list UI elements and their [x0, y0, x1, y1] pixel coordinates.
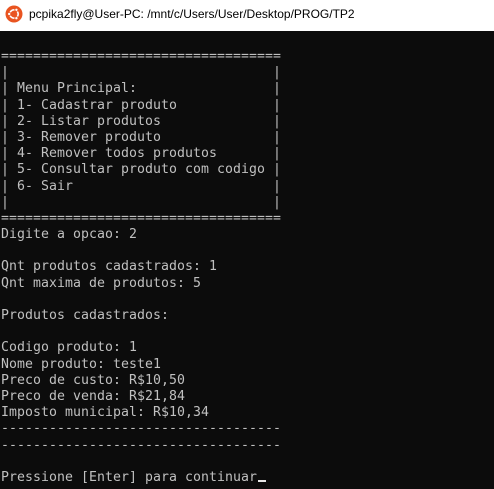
terminal-line: | | [1, 65, 281, 81]
terminal-line: | 5- Consultar produto com codigo | [1, 162, 281, 178]
terminal-line: | 6- Sair | [1, 178, 281, 194]
terminal-line: =================================== [1, 210, 281, 226]
terminal-line: | 3- Remover produto | [1, 129, 281, 145]
terminal-window: pcpika2fly@User-PC: /mnt/c/Users/User/De… [0, 0, 494, 489]
terminal-lines: =================================== | | | … [1, 49, 281, 486]
terminal-line: | Menu Principal: | [1, 81, 281, 97]
terminal-line: Pressione [Enter] para continuar [1, 470, 281, 486]
title-bar[interactable]: pcpika2fly@User-PC: /mnt/c/Users/User/De… [0, 0, 494, 31]
terminal-line: ----------------------------------- [1, 421, 281, 437]
terminal-line: Preco de custo: R$10,50 [1, 372, 185, 388]
terminal-output[interactable]: =================================== | | | … [0, 31, 494, 489]
terminal-line: Qnt produtos cadastrados: 1 [1, 259, 217, 275]
terminal-line: | 2- Listar produtos | [1, 113, 281, 129]
terminal-line: Preco de venda: R$21,84 [1, 388, 185, 404]
terminal-line: ----------------------------------- [1, 437, 281, 453]
terminal-line: Imposto municipal: R$10,34 [1, 405, 209, 421]
terminal-line: Digite a opcao: 2 [1, 227, 137, 243]
terminal-line: Produtos cadastrados: [1, 308, 169, 323]
text-cursor [258, 479, 266, 482]
terminal-line: | 4- Remover todos produtos | [1, 146, 281, 162]
terminal-line: Codigo produto: 1 [1, 340, 137, 356]
terminal-line: | | [1, 194, 281, 210]
terminal-line: Qnt maxima de produtos: 5 [1, 275, 201, 291]
terminal-line: Nome produto: teste1 [1, 356, 161, 372]
window-title: pcpika2fly@User-PC: /mnt/c/Users/User/De… [29, 7, 355, 21]
terminal-line: =================================== [1, 49, 281, 64]
ubuntu-icon [5, 5, 23, 23]
terminal-line: | 1- Cadastrar produto | [1, 97, 281, 113]
